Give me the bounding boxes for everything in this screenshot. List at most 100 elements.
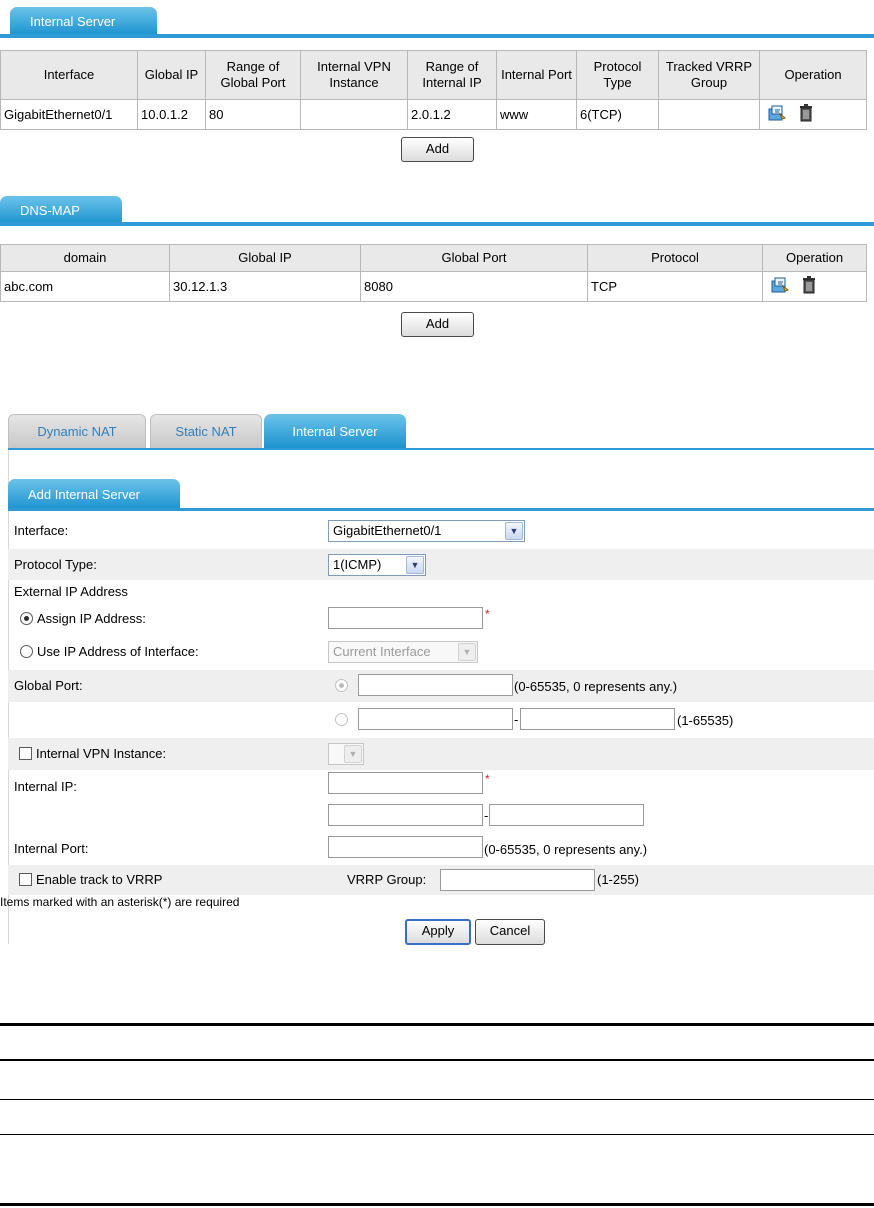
vrrp-group-label: VRRP Group: (347, 872, 427, 887)
global-port-range-hint: (1-65535) (677, 713, 734, 728)
cell-internal-port: www (496, 99, 577, 130)
protocol-select-value: 1(ICMP) (333, 557, 382, 572)
assign-ip-radio[interactable] (20, 612, 33, 625)
use-if-select[interactable]: Current Interface ▼ (328, 641, 478, 663)
protocol-row: Protocol Type: 1(ICMP) ▼ (8, 549, 874, 580)
internal-port-hint: (0-65535, 0 represents any.) (484, 842, 648, 857)
assign-ip-input[interactable] (328, 607, 483, 629)
column-header-global-ip: Global IP (169, 244, 361, 272)
external-ip-label: External IP Address (14, 584, 128, 599)
global-port-label: Global Port: (14, 678, 83, 693)
cancel-button[interactable]: Cancel (475, 919, 545, 945)
internal-port-row: Internal Port: (0-65535, 0 represents an… (8, 833, 874, 863)
interface-label: Interface: (14, 523, 69, 538)
divider (0, 1023, 874, 1026)
tab-internal-server[interactable]: Internal Server (10, 7, 157, 37)
tab-underline (0, 34, 874, 38)
internal-port-label: Internal Port: (14, 841, 89, 856)
column-header-global-port: Global Port (360, 244, 588, 272)
table-row: GigabitEthernet0/1 10.0.1.2 80 2.0.1.2 w… (0, 99, 867, 130)
protocol-select[interactable]: 1(ICMP) ▼ (328, 554, 426, 576)
vrrp-row: Enable track to VRRP VRRP Group: (1-255) (8, 865, 874, 895)
vrrp-label: Enable track to VRRP (36, 872, 163, 887)
cell-operation (762, 271, 867, 302)
column-header-interface: Interface (0, 50, 138, 100)
use-if-ip-row: Use IP Address of Interface: Current Int… (8, 636, 874, 668)
column-header-vpn: Internal VPN Instance (300, 50, 408, 100)
global-port-row: Global Port: (0-65535, 0 represents any.… (8, 670, 874, 702)
divider (0, 1099, 874, 1100)
use-if-ip-label: Use IP Address of Interface: (37, 644, 199, 659)
chevron-down-icon: ▼ (458, 643, 476, 661)
cell-global-port: 8080 (360, 271, 588, 302)
tab-static-nat[interactable]: Static NAT (150, 414, 262, 448)
use-if-select-value: Current Interface (333, 644, 431, 659)
divider (0, 1203, 874, 1206)
column-header-operation: Operation (759, 50, 867, 100)
tab-underline (0, 222, 874, 226)
range-dash: - (514, 712, 519, 727)
global-port-range-row: - (1-65535) (8, 704, 874, 736)
range-dash: - (484, 808, 489, 823)
divider (0, 1134, 874, 1135)
column-header-domain: domain (0, 244, 170, 272)
internal-server-add-button[interactable]: Add (401, 137, 474, 162)
column-header-vrrp: Tracked VRRP Group (658, 50, 760, 100)
interface-row: Interface: GigabitEthernet0/1 ▼ (8, 515, 874, 547)
column-header-global-ip: Global IP (137, 50, 206, 100)
global-port-start-input[interactable] (358, 708, 513, 730)
use-if-ip-radio[interactable] (20, 645, 33, 658)
cell-internal-ip: 2.0.1.2 (407, 99, 497, 130)
chevron-down-icon: ▼ (344, 745, 362, 763)
tab-underline (8, 448, 874, 450)
table-row: abc.com 30.12.1.3 8080 TCP (0, 271, 867, 302)
vpn-checkbox[interactable] (19, 747, 32, 760)
global-port-end-input[interactable] (520, 708, 675, 730)
delete-icon[interactable] (802, 276, 816, 297)
cell-vpn (300, 99, 408, 130)
internal-ip-row: Internal IP: * (8, 772, 874, 804)
internal-ip-range-row: - (8, 804, 874, 836)
internal-ip-input[interactable] (328, 772, 483, 794)
internal-ip-label: Internal IP: (14, 779, 77, 794)
modify-icon[interactable] (767, 104, 787, 125)
global-port-hint: (0-65535, 0 represents any.) (514, 679, 678, 694)
modify-icon[interactable] (770, 276, 790, 297)
divider (0, 1059, 874, 1061)
global-port-range-radio[interactable] (335, 713, 348, 726)
vpn-row: Internal VPN Instance: ▼ (8, 738, 874, 770)
column-header-global-port: Range of Global Port (205, 50, 301, 100)
chevron-down-icon: ▼ (505, 522, 523, 540)
internal-ip-start-input[interactable] (328, 804, 483, 826)
interface-select-value: GigabitEthernet0/1 (333, 523, 442, 538)
tab-dynamic-nat[interactable]: Dynamic NAT (8, 414, 146, 448)
assign-ip-label: Assign IP Address: (37, 611, 146, 626)
column-header-operation: Operation (762, 244, 867, 272)
vrrp-group-hint: (1-255) (597, 872, 639, 887)
delete-icon[interactable] (799, 104, 813, 125)
assign-ip-row: Assign IP Address: * (8, 604, 874, 634)
vrrp-group-input[interactable] (440, 869, 595, 891)
cell-operation (759, 99, 867, 130)
interface-select[interactable]: GigabitEthernet0/1 ▼ (328, 520, 525, 542)
vpn-label: Internal VPN Instance: (36, 746, 167, 761)
global-port-input[interactable] (358, 674, 513, 696)
dns-map-table: domain Global IP Global Port Protocol Op… (0, 244, 867, 302)
internal-port-input[interactable] (328, 836, 483, 858)
cell-interface: GigabitEthernet0/1 (0, 99, 138, 130)
tab-underline (8, 508, 874, 511)
internal-ip-end-input[interactable] (489, 804, 644, 826)
tab-internal-server-active[interactable]: Internal Server (264, 414, 406, 450)
required-mark: * (485, 772, 490, 786)
protocol-label: Protocol Type: (14, 557, 97, 572)
dns-map-add-button[interactable]: Add (401, 312, 474, 337)
vrrp-checkbox[interactable] (19, 873, 32, 886)
tab-add-internal-server[interactable]: Add Internal Server (8, 479, 180, 511)
chevron-down-icon: ▼ (406, 556, 424, 574)
cell-protocol: TCP (587, 271, 763, 302)
vpn-select[interactable]: ▼ (328, 743, 364, 765)
column-header-internal-ip: Range of Internal IP (407, 50, 497, 100)
global-port-single-radio[interactable] (335, 679, 348, 692)
cell-global-ip: 30.12.1.3 (169, 271, 361, 302)
apply-button[interactable]: Apply (405, 919, 471, 945)
